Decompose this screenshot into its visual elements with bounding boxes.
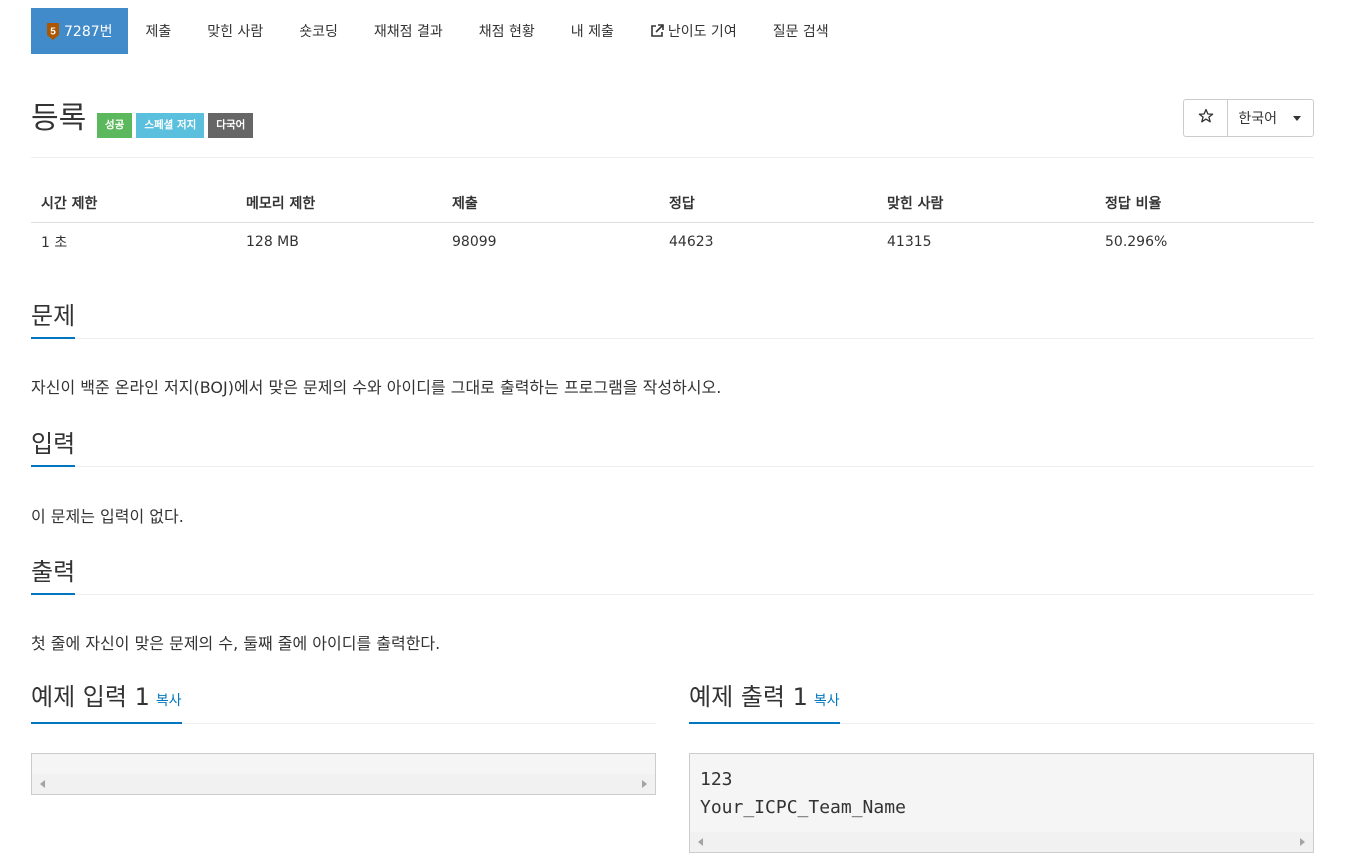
nav-question-search[interactable]: 질문 검색: [755, 8, 847, 54]
sample-input-title: 예제 입력 1 복사: [31, 682, 182, 724]
star-outline-icon: [1198, 108, 1214, 128]
scroll-right-icon[interactable]: [642, 780, 647, 788]
tier-badge-icon: 5: [46, 22, 60, 40]
sample-input-content: [32, 754, 655, 766]
sample-input-header: 예제 입력 1 복사: [31, 683, 656, 724]
problem-nav: 5 7287번 제출 맞힌 사람 숏코딩 재채점 결과 채점 현황 내 제출 난…: [31, 8, 847, 54]
nav-solved-users[interactable]: 맞힌 사람: [189, 8, 281, 54]
header-memory-limit: 메모리 제한: [236, 184, 442, 223]
input-description: 이 문제는 입력이 없다.: [31, 507, 184, 526]
info-table-row: 1 초 128 MB 98099 44623 41315 50.296%: [31, 222, 1314, 262]
label-special-judge: 스페셜 저지: [136, 113, 205, 138]
page-title: 등록: [31, 101, 87, 136]
cell-time-limit: 1 초: [41, 235, 68, 252]
nav-difficulty-contribute[interactable]: 난이도 기여: [632, 8, 755, 54]
nav-short-coding[interactable]: 숏코딩: [281, 8, 356, 54]
problem-title-row: 등록 성공 스페셜 저지 다국어 한국어: [31, 98, 1314, 158]
cell-memory-limit: 128 MB: [246, 234, 299, 251]
sample-input-box[interactable]: [31, 753, 656, 795]
nav-submit[interactable]: 제출: [128, 8, 190, 54]
copy-sample-input-link[interactable]: 복사: [156, 693, 182, 709]
nav-problem-id[interactable]: 5 7287번: [31, 8, 128, 54]
caret-down-icon: [1293, 115, 1301, 121]
sample-output-title-text: 예제 출력 1: [689, 683, 808, 711]
problem-info-table: 시간 제한 메모리 제한 제출 정답 맞힌 사람 정답 비율 1 초 128 M…: [31, 184, 1314, 262]
input-section-title: 입력: [31, 429, 76, 467]
sample-output-scrollbar[interactable]: [690, 832, 1313, 852]
external-link-icon: [650, 24, 664, 38]
scroll-left-icon[interactable]: [698, 838, 703, 846]
favorite-button[interactable]: [1183, 99, 1228, 137]
sample-input-scrollbar[interactable]: [32, 774, 655, 794]
language-select-label: 한국어: [1238, 111, 1277, 127]
nav-my-submissions-label: 내 제출: [570, 24, 614, 40]
sample-output-content: 123 Your_ICPC_Team_Name: [700, 769, 906, 818]
cell-solved-users: 41315: [887, 234, 932, 251]
sample-input-title-text: 예제 입력 1: [31, 683, 150, 711]
input-section-header: 입력: [31, 429, 1314, 467]
nav-judge-status[interactable]: 채점 현황: [461, 8, 553, 54]
sample-output-header: 예제 출력 1 복사: [689, 683, 1314, 724]
nav-solved-users-label: 맞힌 사람: [207, 24, 264, 40]
problem-section-header: 문제: [31, 301, 1314, 339]
sample-output-title: 예제 출력 1 복사: [689, 682, 840, 724]
nav-problem-id-label: 7287번: [64, 24, 113, 40]
nav-short-coding-label: 숏코딩: [299, 24, 338, 40]
svg-text:5: 5: [50, 26, 56, 37]
problem-description: 자신이 백준 온라인 저지(BOJ)에서 맞은 문제의 수와 아이디를 그대로 …: [31, 378, 722, 397]
cell-accepted: 44623: [669, 234, 714, 251]
header-accepted: 정답: [659, 184, 877, 223]
header-accept-ratio: 정답 비율: [1095, 184, 1314, 223]
header-submissions: 제출: [442, 184, 659, 223]
header-solved-users: 맞힌 사람: [877, 184, 1095, 223]
sample-output-box[interactable]: 123 Your_ICPC_Team_Name: [689, 753, 1314, 853]
nav-submit-label: 제출: [145, 24, 172, 40]
copy-sample-output-link[interactable]: 복사: [814, 693, 840, 709]
problem-section-title: 문제: [31, 301, 76, 339]
label-multilingual: 다국어: [208, 113, 254, 138]
nav-my-submissions[interactable]: 내 제출: [553, 8, 632, 54]
nav-difficulty-contribute-label: 난이도 기여: [667, 24, 737, 40]
language-select[interactable]: 한국어: [1227, 99, 1314, 137]
output-description: 첫 줄에 자신이 맞은 문제의 수, 둘째 줄에 아이디를 출력한다.: [31, 634, 441, 653]
nav-rejudge-results-label: 재채점 결과: [373, 24, 443, 40]
scroll-right-icon[interactable]: [1300, 838, 1305, 846]
problem-labels: 성공 스페셜 저지 다국어: [97, 113, 254, 138]
nav-rejudge-results[interactable]: 재채점 결과: [356, 8, 461, 54]
nav-judge-status-label: 채점 현황: [478, 24, 535, 40]
title-button-group: 한국어: [1183, 99, 1314, 137]
header-time-limit: 시간 제한: [31, 184, 236, 223]
scroll-left-icon[interactable]: [40, 780, 45, 788]
output-section-title: 출력: [31, 557, 76, 595]
nav-question-search-label: 질문 검색: [772, 24, 829, 40]
info-table-header-row: 시간 제한 메모리 제한 제출 정답 맞힌 사람 정답 비율: [31, 184, 1314, 223]
label-success: 성공: [97, 113, 133, 138]
cell-submissions: 98099: [452, 234, 497, 251]
cell-accept-ratio: 50.296%: [1105, 234, 1168, 251]
output-section-header: 출력: [31, 557, 1314, 595]
